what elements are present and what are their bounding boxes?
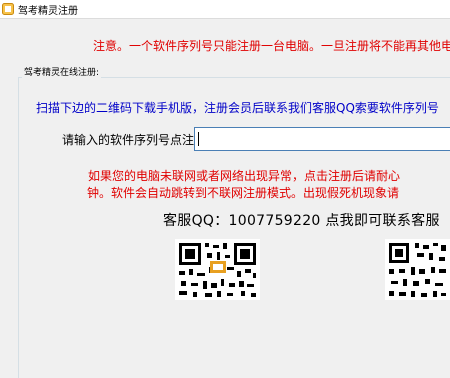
group-caption: 驾考精灵在线注册: bbox=[22, 65, 102, 78]
qr-code-left bbox=[175, 239, 260, 300]
qr-code-right bbox=[385, 239, 450, 300]
qr-code-icon bbox=[179, 243, 256, 297]
text-caret bbox=[198, 132, 199, 146]
serial-input[interactable] bbox=[194, 127, 450, 151]
network-warning-line1: 如果您的电脑未联网或者网络出现异常，点击注册后请耐心 bbox=[88, 169, 401, 183]
serial-label: 请输入的软件序列号点注册: bbox=[62, 133, 211, 147]
window-title: 驾考精灵注册 bbox=[18, 6, 78, 17]
app-icon bbox=[2, 3, 14, 15]
notice-text: 注意。一个软件序列号只能注册一台电脑。一旦注册将不能再其他电脑 bbox=[93, 39, 450, 53]
scan-instruction: 扫描下边的二维码下载手机版，注册会员后联系我们客服QQ索要软件序列号 bbox=[36, 101, 439, 115]
qr-code-icon bbox=[389, 243, 446, 297]
network-warning-line2: 钟。软件会自动跳转到不联网注册模式。出现假死机现象请 bbox=[87, 186, 400, 200]
contact-service-link[interactable]: 客服QQ：1007759220 点我即可联系客服 bbox=[163, 210, 440, 230]
title-bar: 驾考精灵注册 bbox=[0, 0, 450, 19]
